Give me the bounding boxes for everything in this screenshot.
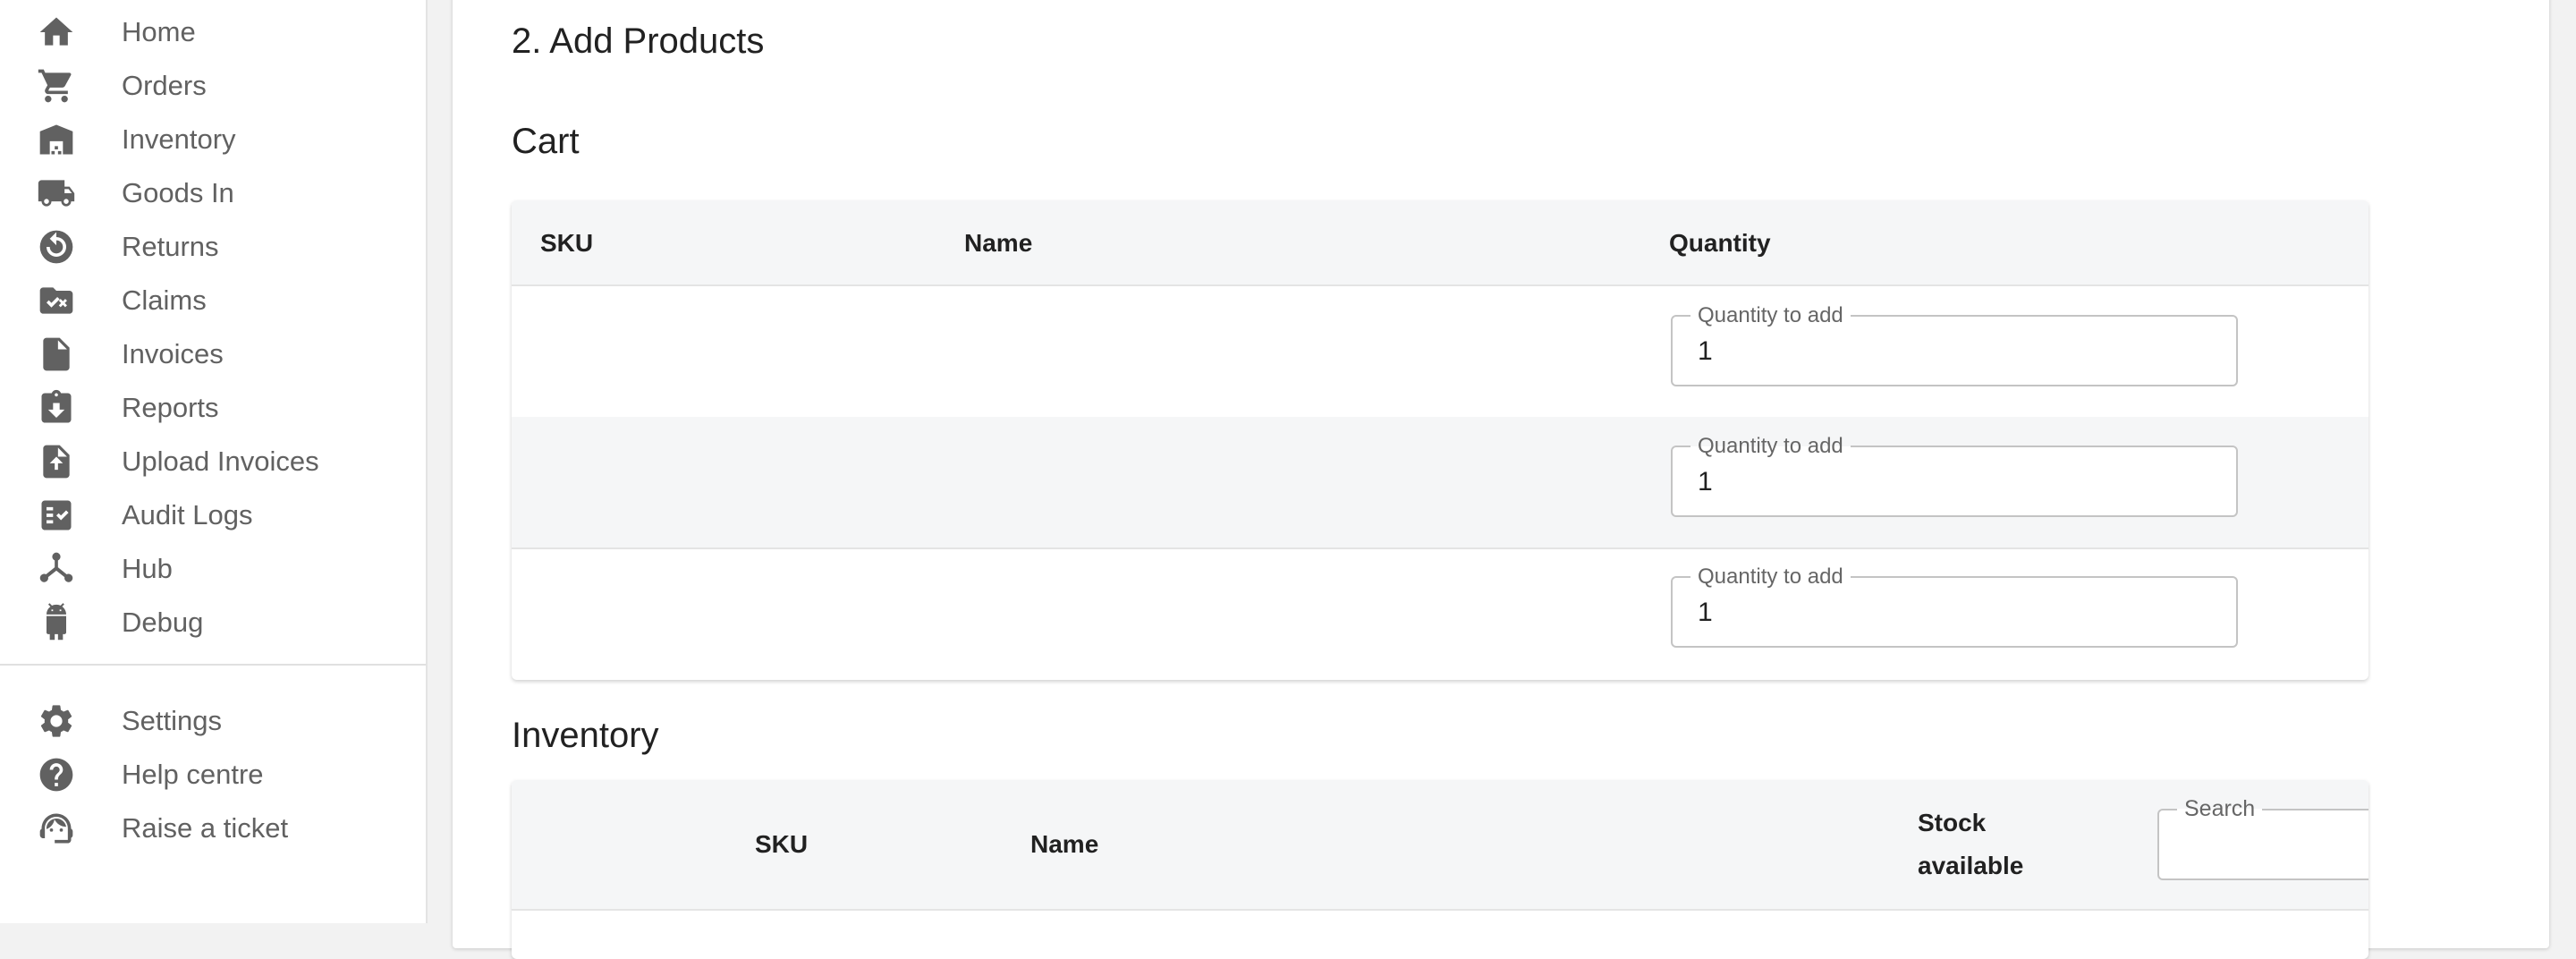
sidebar-item-label: Inventory xyxy=(122,123,236,155)
sidebar-item-orders[interactable]: Orders xyxy=(0,61,426,111)
sidebar-item-returns[interactable]: Returns xyxy=(0,222,426,272)
file-upload-icon xyxy=(36,441,77,482)
sidebar-item-raise-a-ticket[interactable]: Raise a ticket xyxy=(0,803,426,853)
checklist-icon xyxy=(36,495,77,536)
cart-icon xyxy=(36,65,77,106)
sidebar-item-label: Settings xyxy=(122,705,223,736)
help-icon xyxy=(36,754,77,795)
quantity-field-label: Quantity to add xyxy=(1690,304,1851,327)
sidebar-item-label: Home xyxy=(122,16,196,47)
search-field-label: Search xyxy=(2177,796,2263,821)
gear-icon xyxy=(36,700,77,742)
main-content: 2. Add Products Cart SKU Name Quantity Q… xyxy=(428,0,2576,959)
folder-check-icon xyxy=(36,280,77,321)
quantity-field[interactable]: Quantity to add 1 xyxy=(1671,304,2238,386)
quantity-field-label: Quantity to add xyxy=(1690,435,1851,458)
sidebar-item-label: Debug xyxy=(122,607,204,638)
sidebar-item-audit-logs[interactable]: Audit Logs xyxy=(0,490,426,540)
cart-table-header: SKU Name Quantity xyxy=(512,200,2368,286)
sidebar-item-label: Raise a ticket xyxy=(122,812,289,844)
cart-title: Cart xyxy=(512,122,580,161)
sidebar-item-label: Help centre xyxy=(122,759,264,790)
sidebar-item-inventory[interactable]: Inventory xyxy=(0,115,426,165)
quantity-value[interactable]: 1 xyxy=(1698,336,1713,367)
sidebar-divider xyxy=(0,664,426,666)
android-icon xyxy=(36,602,77,643)
quantity-value[interactable]: 1 xyxy=(1698,598,1713,628)
sidebar-item-invoices[interactable]: Invoices xyxy=(0,329,426,379)
inventory-title: Inventory xyxy=(512,716,659,755)
search-input[interactable]: Search xyxy=(2157,796,2368,880)
sidebar-item-label: Reports xyxy=(122,392,219,423)
column-header-stock-line2: available xyxy=(1918,852,2024,879)
column-header-name: Name xyxy=(1030,830,1099,858)
quantity-value[interactable]: 1 xyxy=(1698,467,1713,497)
sidebar-item-label: Invoices xyxy=(122,338,224,369)
column-header-name: Name xyxy=(964,229,1033,257)
sidebar-item-label: Hub xyxy=(122,553,173,584)
sidebar-item-label: Goods In xyxy=(122,177,234,208)
sidebar-item-reports[interactable]: Reports xyxy=(0,383,426,433)
sidebar: Home Orders Inventory Goods In Returns C… xyxy=(0,0,428,923)
step-title: 2. Add Products xyxy=(512,21,765,61)
home-icon xyxy=(36,12,77,53)
table-row: Quantity to add 1 xyxy=(512,286,2368,419)
sidebar-item-label: Audit Logs xyxy=(122,499,253,530)
sidebar-item-help-centre[interactable]: Help centre xyxy=(0,750,426,800)
cart-table: SKU Name Quantity Quantity to add 1 Quan… xyxy=(512,200,2368,680)
sidebar-item-label: Upload Invoices xyxy=(122,446,319,477)
sidebar-item-goods-in[interactable]: Goods In xyxy=(0,168,426,218)
hub-icon xyxy=(36,548,77,590)
sidebar-item-home[interactable]: Home xyxy=(0,7,426,57)
table-row: Quantity to add 1 xyxy=(512,417,2368,549)
inventory-table-header: SKU Name Stock available Search xyxy=(512,780,2368,911)
column-header-stock-line1: Stock xyxy=(1918,809,1987,836)
column-header-quantity: Quantity xyxy=(1669,229,1771,257)
document-icon xyxy=(36,334,77,375)
add-products-card: 2. Add Products Cart SKU Name Quantity Q… xyxy=(453,0,2549,959)
column-header-sku: SKU xyxy=(755,830,809,858)
sidebar-item-label: Orders xyxy=(122,70,207,101)
sidebar-item-hub[interactable]: Hub xyxy=(0,544,426,594)
sidebar-item-upload-invoices[interactable]: Upload Invoices xyxy=(0,437,426,487)
warehouse-icon xyxy=(36,119,77,160)
report-download-icon xyxy=(36,387,77,429)
quantity-field-label: Quantity to add xyxy=(1690,565,1851,589)
quantity-field[interactable]: Quantity to add 1 xyxy=(1671,435,2238,517)
returns-icon xyxy=(36,226,77,267)
column-header-sku: SKU xyxy=(540,229,594,257)
sidebar-item-label: Returns xyxy=(122,231,219,262)
inventory-table: SKU Name Stock available Search xyxy=(512,780,2368,959)
sidebar-item-label: Claims xyxy=(122,284,207,316)
sidebar-item-debug[interactable]: Debug xyxy=(0,598,426,648)
truck-icon xyxy=(36,173,77,214)
table-row: Quantity to add 1 xyxy=(512,547,2368,678)
support-agent-icon xyxy=(36,808,77,849)
sidebar-item-claims[interactable]: Claims xyxy=(0,276,426,326)
quantity-field[interactable]: Quantity to add 1 xyxy=(1671,565,2238,648)
sidebar-item-settings[interactable]: Settings xyxy=(0,696,426,746)
